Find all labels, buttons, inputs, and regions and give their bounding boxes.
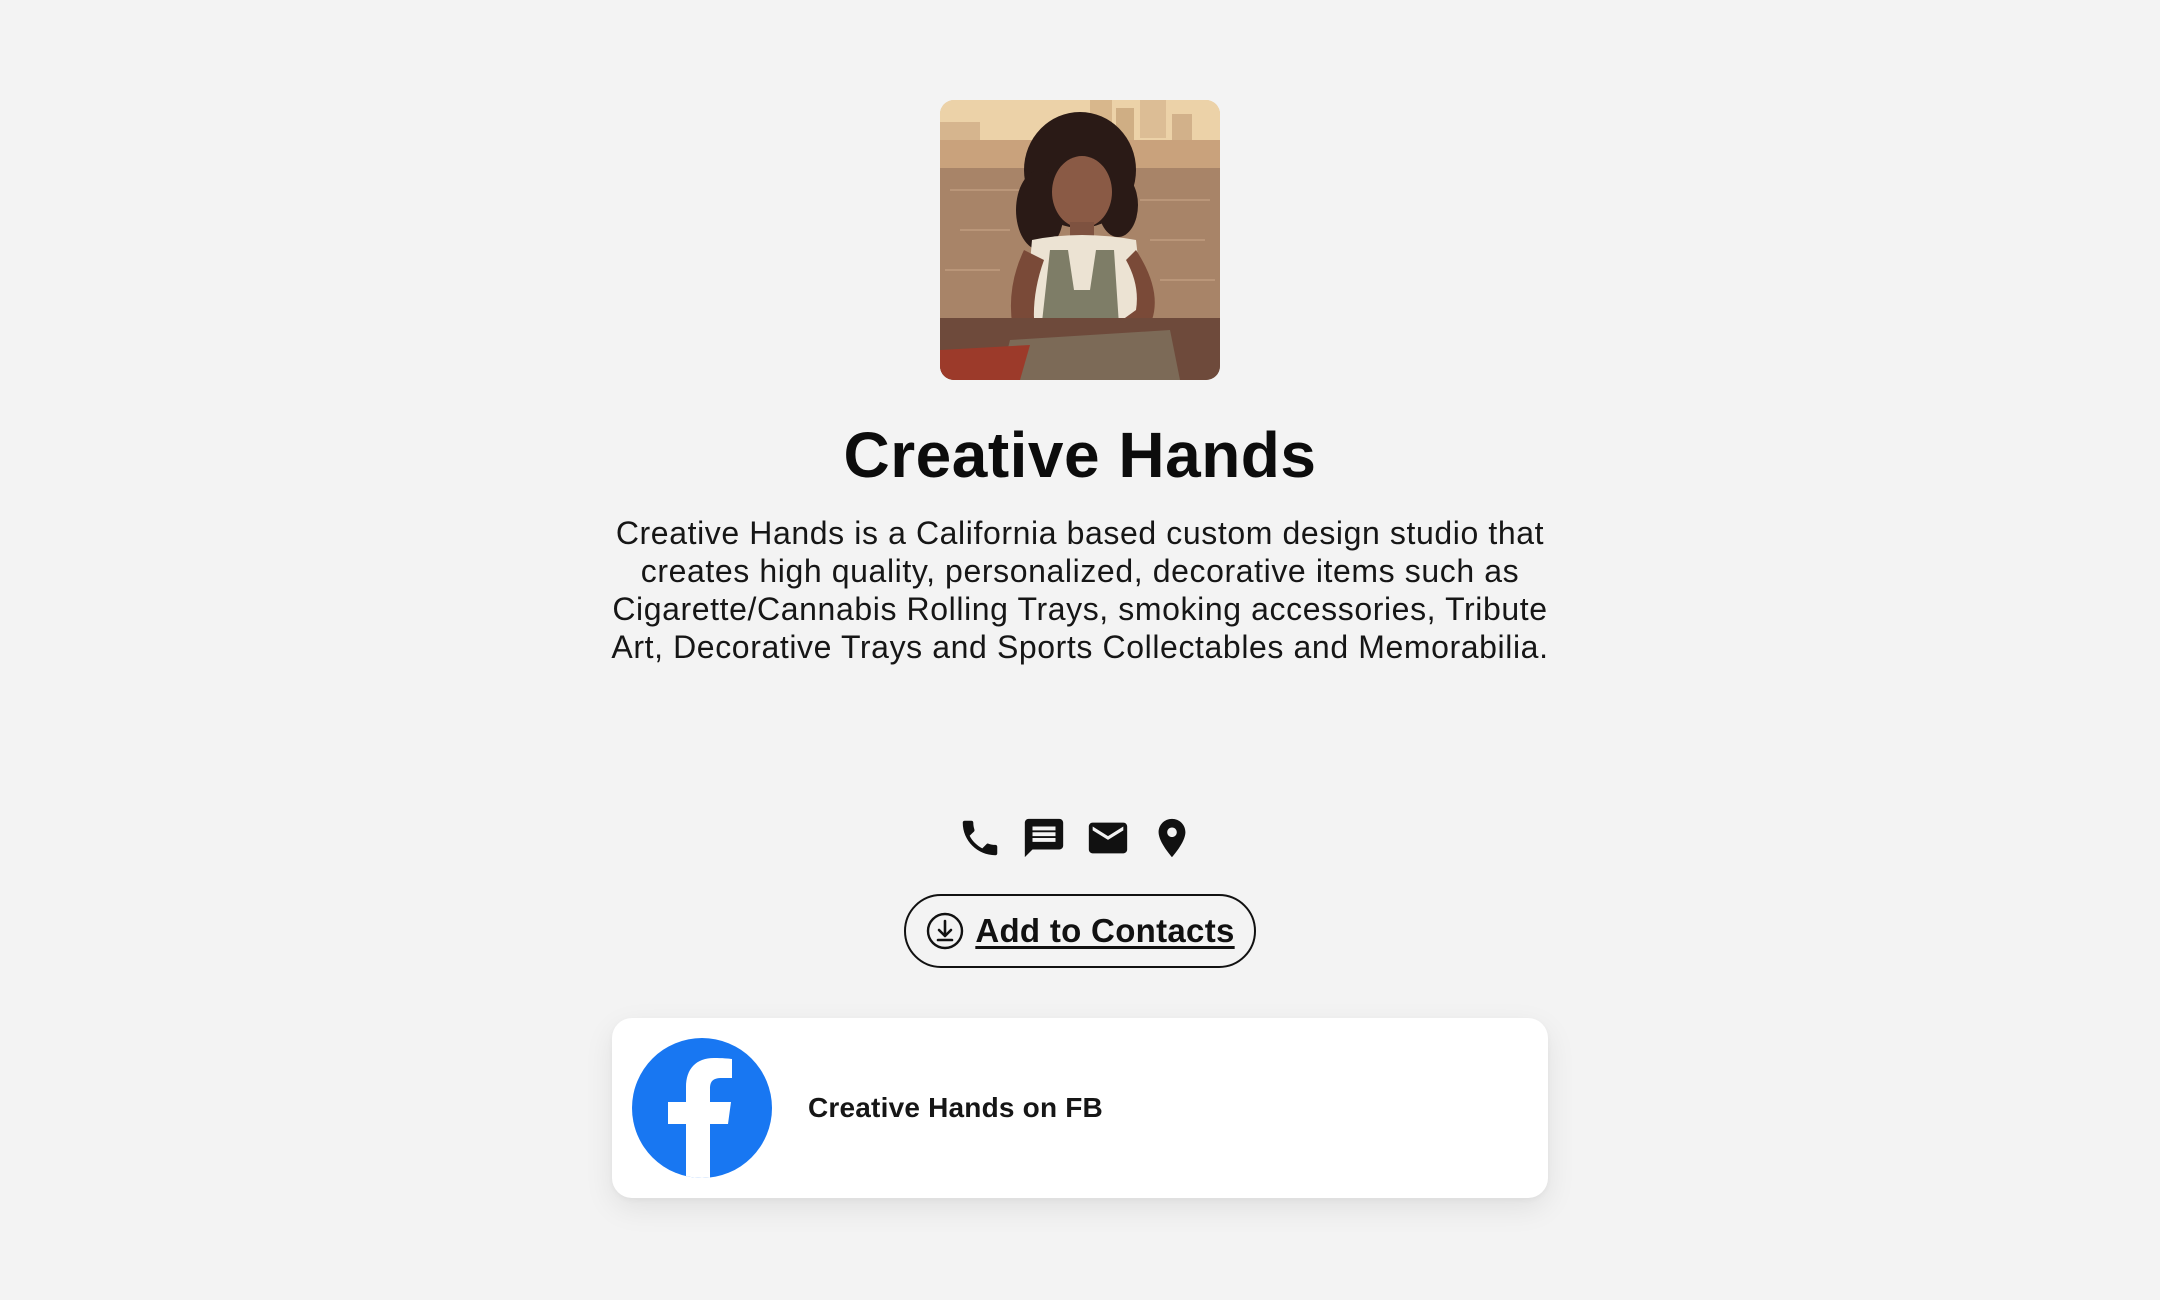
add-to-contacts-label: Add to Contacts [975, 912, 1235, 949]
message-icon[interactable] [1019, 813, 1069, 863]
facebook-icon [632, 1038, 772, 1178]
location-icon[interactable] [1147, 813, 1197, 863]
download-icon [925, 911, 965, 951]
link-label: Creative Hands on FB [808, 1092, 1103, 1123]
profile-page: Creative Hands Creative Hands is a Calif… [0, 0, 2160, 1300]
profile-photo [940, 100, 1220, 380]
contact-icon-row [955, 813, 1197, 863]
link-card-facebook[interactable]: Creative Hands on FB [612, 1018, 1548, 1198]
phone-icon[interactable] [955, 813, 1005, 863]
email-icon[interactable] [1083, 813, 1133, 863]
profile-name: Creative Hands [843, 419, 1317, 491]
add-to-contacts-button[interactable]: Add to Contacts [904, 894, 1256, 968]
profile-bio: Creative Hands is a California based cus… [611, 515, 1549, 665]
